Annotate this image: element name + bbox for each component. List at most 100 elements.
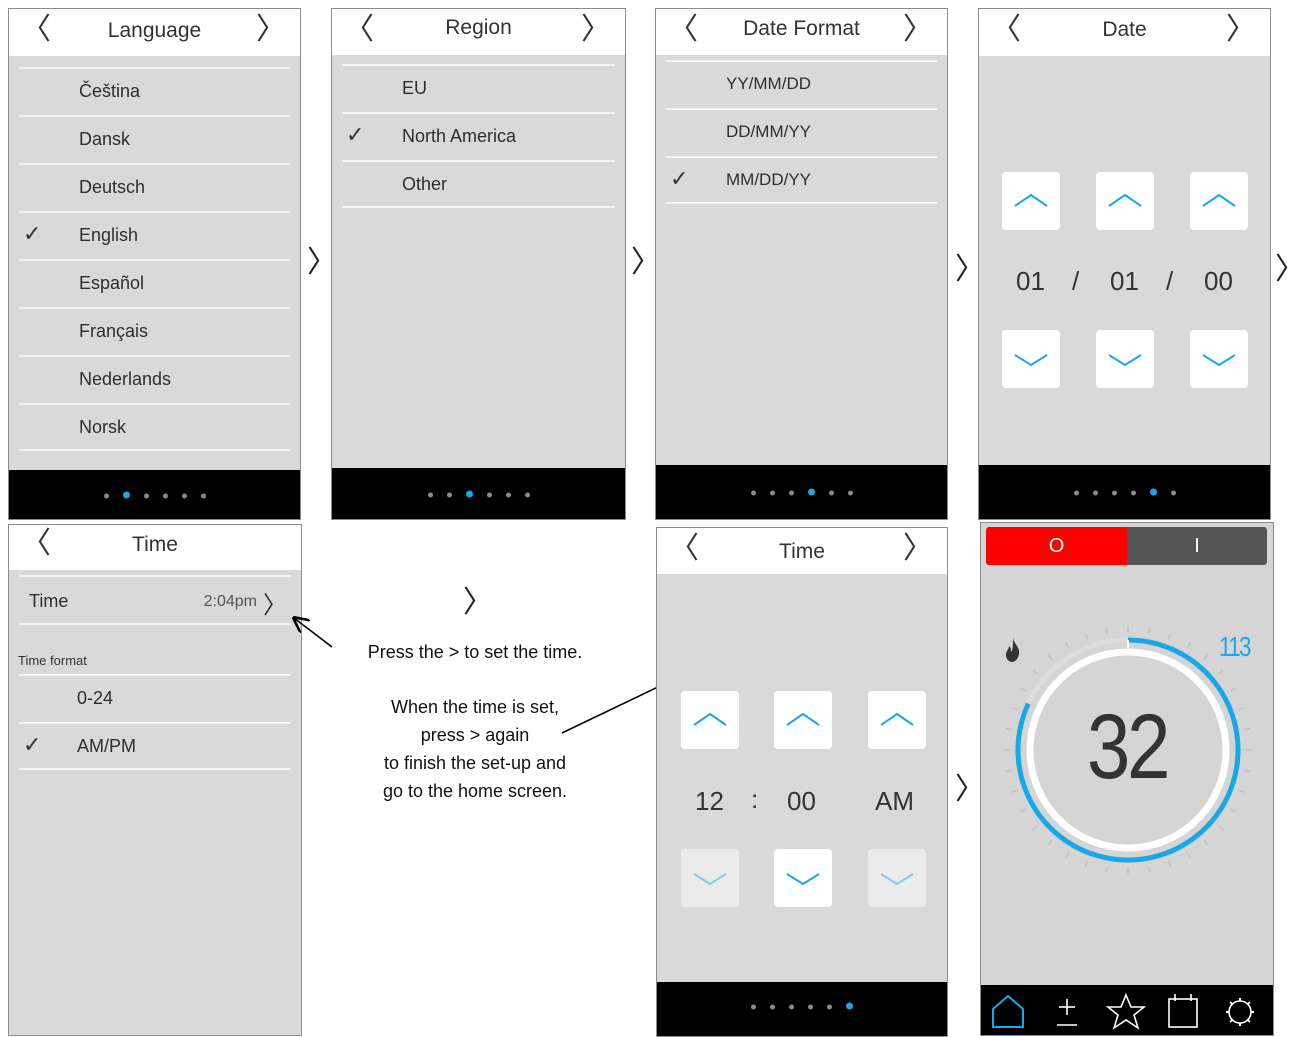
dial-tick bbox=[1218, 825, 1224, 831]
page-dot bbox=[465, 490, 473, 497]
language-item-francais[interactable]: Français bbox=[19, 307, 290, 355]
list-item-label: Deutsch bbox=[79, 177, 146, 197]
gear-icon[interactable] bbox=[1226, 998, 1254, 1026]
next-button[interactable]: 〉 bbox=[581, 13, 611, 47]
page-dot bbox=[769, 490, 775, 496]
time-separator: : bbox=[751, 784, 759, 814]
chevron-down-icon bbox=[880, 873, 914, 886]
date-format-header: 〈 Date Format 〉 bbox=[656, 9, 947, 55]
list-item-label: Dansk bbox=[79, 129, 131, 149]
month-down-button[interactable] bbox=[1002, 330, 1060, 388]
chevron-down-icon bbox=[693, 873, 727, 886]
home-icon[interactable] bbox=[992, 994, 1024, 1028]
page-dot bbox=[789, 1004, 794, 1010]
list-item-label: AM/PM bbox=[77, 736, 137, 756]
page-dot bbox=[846, 1002, 853, 1010]
time-format-item-ampm[interactable]: ✓ AM/PM bbox=[19, 722, 291, 770]
calendar-icon[interactable] bbox=[1168, 994, 1198, 1028]
page-dot bbox=[807, 488, 815, 496]
time-settings-screen: 〈 Time Time 2:04pm 〉 Time format 0-24 ✓ A… bbox=[8, 524, 302, 1036]
page-dot bbox=[770, 1004, 775, 1010]
ampm-down-button[interactable] bbox=[868, 849, 926, 907]
checkmark-icon: ✓ bbox=[23, 221, 42, 246]
day-down-button[interactable] bbox=[1096, 330, 1154, 388]
date-separator: / bbox=[1166, 266, 1174, 296]
language-item-english[interactable]: ✓ English bbox=[19, 211, 290, 259]
minute-up-button[interactable] bbox=[774, 691, 832, 749]
region-item-north-america[interactable]: ✓ North America bbox=[342, 112, 615, 160]
next-button[interactable]: 〉 bbox=[256, 13, 286, 47]
next-button[interactable]: 〉 bbox=[903, 532, 933, 566]
checkmark-icon: ✓ bbox=[346, 122, 365, 147]
page-dot bbox=[524, 492, 530, 497]
page-indicator-bar bbox=[9, 470, 300, 519]
annotation-line: to finish the set-up and bbox=[383, 753, 567, 773]
language-item-nederlands[interactable]: Nederlands bbox=[19, 355, 290, 403]
dial-tick bbox=[1105, 866, 1109, 873]
year-down-button[interactable] bbox=[1190, 330, 1248, 388]
page-dot bbox=[143, 493, 149, 498]
hour-down-button[interactable] bbox=[681, 849, 739, 907]
dial-tick bbox=[1020, 687, 1027, 692]
page-dot bbox=[1170, 490, 1176, 496]
flame-icon bbox=[1006, 638, 1020, 662]
time-row[interactable]: Time 2:04pm 〉 bbox=[19, 575, 291, 625]
set-temperature: 113 bbox=[1219, 631, 1251, 662]
list-item-label: DD/MM/YY bbox=[726, 122, 811, 141]
page-dot bbox=[200, 493, 206, 498]
date-format-item-yymmdd[interactable]: YY/MM/DD bbox=[666, 60, 937, 108]
next-button[interactable]: 〉 bbox=[903, 13, 933, 47]
time-format-item-24h[interactable]: 0-24 bbox=[19, 674, 291, 722]
year-up-button[interactable] bbox=[1190, 172, 1248, 230]
power-toggle[interactable]: O I bbox=[986, 527, 1267, 565]
annotation-line: go to the home screen. bbox=[382, 781, 568, 801]
ampm-value: AM bbox=[875, 786, 914, 816]
dial-tick bbox=[1147, 866, 1151, 873]
star-icon[interactable] bbox=[1105, 992, 1147, 1030]
page-dots bbox=[656, 488, 947, 496]
date-format-item-ddmmyy[interactable]: DD/MM/YY bbox=[666, 108, 937, 156]
plus-minus-icon[interactable] bbox=[1057, 999, 1077, 1026]
dial-tick bbox=[1167, 633, 1171, 640]
dial-tick bbox=[1065, 642, 1070, 649]
date-format-screen: 〈 Date Format 〉 YY/MM/DD DD/MM/YY ✓ MM/DD… bbox=[655, 8, 948, 520]
date-format-item-mmddyy[interactable]: ✓ MM/DD/YY bbox=[666, 156, 937, 204]
page-dot bbox=[750, 490, 756, 496]
dial-tick bbox=[1229, 808, 1236, 813]
month-up-button[interactable] bbox=[1002, 172, 1060, 230]
list-item-label: English bbox=[79, 225, 139, 245]
page-dot bbox=[1092, 490, 1098, 496]
time-next-button[interactable]: 〉 bbox=[263, 585, 287, 620]
language-item-norsk[interactable]: Norsk bbox=[19, 403, 290, 451]
language-item-deutsch[interactable]: Deutsch bbox=[19, 163, 290, 211]
dial-tick bbox=[1047, 840, 1053, 846]
time-label: Time bbox=[29, 591, 69, 611]
ampm-up-button[interactable] bbox=[868, 691, 926, 749]
page-dots bbox=[657, 1002, 947, 1010]
region-item-other[interactable]: Other bbox=[342, 160, 615, 208]
date-format-list: YY/MM/DD DD/MM/YY ✓ MM/DD/YY bbox=[666, 60, 937, 204]
page-dot bbox=[827, 1004, 832, 1010]
language-item-cestina[interactable]: Čeština bbox=[19, 67, 290, 115]
dial-tick bbox=[1105, 627, 1109, 634]
language-header: 〈 Language 〉 bbox=[9, 9, 300, 56]
annotation-line: press > again bbox=[420, 725, 530, 745]
minute-down-button[interactable] bbox=[774, 849, 832, 907]
power-on-button[interactable]: I bbox=[1127, 527, 1267, 565]
day-up-button[interactable] bbox=[1096, 172, 1154, 230]
page-dot bbox=[1073, 490, 1079, 496]
language-item-dansk[interactable]: Dansk bbox=[19, 115, 290, 163]
region-item-eu[interactable]: EU bbox=[342, 64, 615, 112]
month-value: 01 bbox=[1016, 266, 1045, 296]
page-dots bbox=[9, 491, 300, 498]
next-button[interactable]: 〉 bbox=[1226, 13, 1256, 47]
dial-tick bbox=[1065, 851, 1070, 858]
dial-tick bbox=[1032, 825, 1038, 831]
chevron-down-icon bbox=[1202, 354, 1236, 367]
power-off-button[interactable]: O bbox=[986, 527, 1127, 565]
hour-up-button[interactable] bbox=[681, 691, 739, 749]
dial-tick bbox=[1186, 851, 1191, 858]
next-arrow: 〉 bbox=[463, 586, 493, 619]
language-item-espanol[interactable]: Español bbox=[19, 259, 290, 307]
bottom-nav bbox=[981, 985, 1273, 1035]
